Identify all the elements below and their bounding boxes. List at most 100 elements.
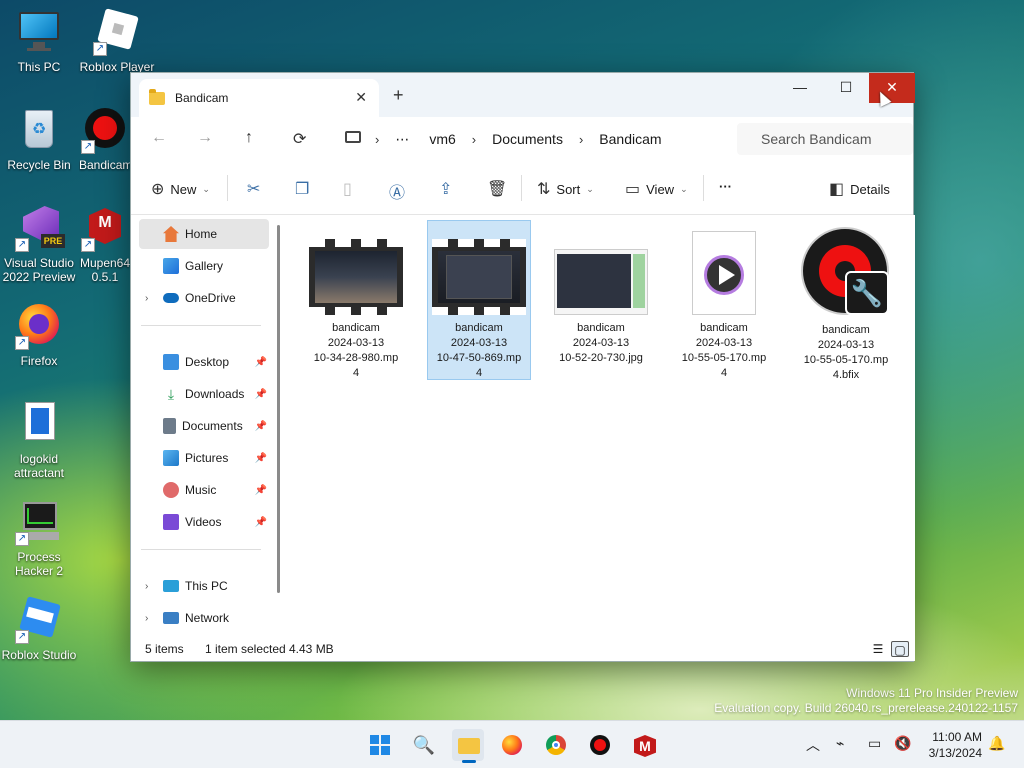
file-item[interactable]: 🔧 bandicam 2024-03-13 10-55-05-170.mp 4.… bbox=[794, 221, 898, 381]
chevron-right-icon: › bbox=[471, 131, 477, 147]
toolbar-divider bbox=[521, 175, 522, 201]
desktop-icon-roblox-studio[interactable]: ↗ Roblox Studio bbox=[1, 596, 77, 662]
view-button[interactable]: ▭ View ⌄ bbox=[625, 179, 688, 199]
desktop-icon-roblox-player[interactable]: ↗ Roblox Player bbox=[79, 8, 155, 74]
sidebar-scrollbar[interactable] bbox=[277, 225, 280, 593]
copy-button[interactable]: ❐ bbox=[295, 179, 309, 199]
file-item[interactable]: bandicam 2024-03-13 10-52-20-730.jpg bbox=[549, 221, 653, 381]
sidebar-item-desktop[interactable]: Desktop 📌 bbox=[139, 347, 269, 377]
pin-icon[interactable]: 📌 bbox=[255, 421, 267, 432]
network-offline-icon[interactable]: ⌁ bbox=[836, 735, 844, 752]
chevron-down-icon: ⌄ bbox=[202, 183, 210, 194]
file-name-line: 4 bbox=[720, 367, 728, 379]
search-button[interactable]: 🔍 bbox=[408, 729, 440, 761]
details-pane-icon: ◧ bbox=[829, 181, 845, 198]
breadcrumb-vm6[interactable]: vm6 bbox=[429, 131, 455, 147]
details-button[interactable]: ◧ Details bbox=[829, 179, 890, 199]
shortcut-arrow-icon: ↗ bbox=[15, 336, 29, 350]
desktop-icon-label: Bandicam bbox=[79, 158, 131, 172]
desktop-icon-process-hacker[interactable]: ↗ Process Hacker 2 bbox=[1, 498, 77, 578]
sidebar-item-label: Home bbox=[185, 227, 218, 241]
file-item-selected[interactable]: bandicam 2024-03-13 10-47-50-869.mp 4 bbox=[427, 220, 531, 380]
forward-button[interactable]: → bbox=[197, 129, 213, 147]
pin-icon[interactable]: 📌 bbox=[255, 517, 267, 528]
desktop-icon-firefox[interactable]: ↗ Firefox bbox=[1, 302, 77, 368]
sidebar-item-label: Music bbox=[185, 483, 217, 497]
taskbar-chrome[interactable] bbox=[540, 729, 572, 761]
desktop-icon-this-pc[interactable]: This PC bbox=[1, 8, 77, 74]
details-view-toggle[interactable]: ☰ bbox=[869, 641, 887, 657]
new-tab-button[interactable]: + bbox=[393, 85, 404, 106]
visual-studio-icon: PRE ↗ bbox=[15, 204, 65, 252]
clock[interactable]: 11:00 AM 3/13/2024 bbox=[920, 729, 982, 761]
file-item[interactable]: bandicam 2024-03-13 10-34-28-980.mp 4 bbox=[304, 221, 408, 381]
item-count: 5 items bbox=[145, 642, 184, 656]
file-explorer-window: Bandicam ✕ + — ☐ ✕ ← → ↑ ⟳ › ⋯ vm6 › Doc… bbox=[130, 72, 915, 662]
shortcut-arrow-icon: ↗ bbox=[81, 140, 95, 154]
rename-button[interactable]: Ⓐ bbox=[389, 179, 405, 203]
sidebar-item-documents[interactable]: Documents 📌 bbox=[139, 411, 269, 441]
this-pc-icon[interactable] bbox=[345, 131, 361, 143]
sidebar-item-videos[interactable]: Videos 📌 bbox=[139, 507, 269, 537]
pin-icon[interactable]: 📌 bbox=[255, 389, 267, 400]
desktop-icon-recycle-bin[interactable]: ♻ Recycle Bin bbox=[1, 106, 77, 172]
taskbar-mupen64[interactable]: M bbox=[628, 729, 660, 761]
new-button[interactable]: ⊕ New ⌄ bbox=[151, 179, 210, 199]
chevron-up-icon[interactable]: ︿ bbox=[806, 735, 820, 755]
sidebar-item-music[interactable]: Music 📌 bbox=[139, 475, 269, 505]
pin-icon[interactable]: 📌 bbox=[255, 453, 267, 464]
close-tab-button[interactable]: ✕ bbox=[355, 89, 367, 106]
desktop-icon-visual-studio[interactable]: PRE ↗ Visual Studio 2022 Preview bbox=[1, 204, 77, 284]
sidebar-item-home[interactable]: Home bbox=[139, 219, 269, 249]
title-bar: Bandicam ✕ + — ☐ ✕ bbox=[131, 73, 915, 117]
chevron-right-icon[interactable]: › bbox=[145, 613, 148, 624]
notification-bell-icon[interactable]: 🔔 bbox=[988, 735, 1005, 752]
media-file-icon bbox=[692, 231, 756, 315]
refresh-button[interactable]: ⟳ bbox=[293, 129, 306, 149]
chevron-right-icon[interactable]: › bbox=[145, 293, 148, 304]
up-button[interactable]: ↑ bbox=[245, 129, 253, 147]
sidebar-item-this-pc[interactable]: › This PC bbox=[139, 571, 269, 601]
more-options-button[interactable]: ··· bbox=[719, 179, 732, 194]
sidebar-item-gallery[interactable]: Gallery bbox=[139, 251, 269, 281]
cut-button[interactable]: ✂ bbox=[247, 179, 260, 199]
display-icon[interactable]: ▭ bbox=[868, 735, 881, 752]
start-button[interactable] bbox=[364, 729, 396, 761]
home-icon bbox=[163, 226, 179, 242]
taskbar-bandicam[interactable] bbox=[584, 729, 616, 761]
sidebar-item-label: Pictures bbox=[185, 451, 229, 465]
tab-bandicam[interactable]: Bandicam ✕ bbox=[139, 79, 379, 117]
monitor-icon bbox=[15, 8, 63, 56]
share-button[interactable]: ⇪ bbox=[439, 179, 452, 199]
pin-icon[interactable]: 📌 bbox=[255, 357, 267, 368]
desktop-icon-bandicam[interactable]: ↗ Bandicam bbox=[79, 106, 131, 172]
breadcrumb: › ⋯ vm6 › Documents › Bandicam bbox=[375, 117, 662, 161]
chevron-right-icon[interactable]: › bbox=[145, 581, 148, 592]
sidebar-item-pictures[interactable]: Pictures 📌 bbox=[139, 443, 269, 473]
large-icons-view-toggle[interactable]: ▢ bbox=[891, 641, 909, 657]
minimize-button[interactable]: — bbox=[777, 73, 823, 103]
delete-button[interactable]: 🗑 bbox=[487, 179, 507, 199]
taskbar-firefox[interactable] bbox=[496, 729, 528, 761]
selection-size: 4.43 MB bbox=[289, 642, 334, 656]
sidebar-item-label: Documents bbox=[182, 419, 243, 433]
breadcrumb-documents[interactable]: Documents bbox=[492, 131, 563, 147]
volume-muted-icon[interactable]: 🔇 bbox=[894, 735, 911, 752]
desktop-icon-mupen64[interactable]: M ↗ Mupen64 0.5.1 bbox=[79, 204, 131, 284]
maximize-button[interactable]: ☐ bbox=[823, 73, 869, 103]
breadcrumb-overflow[interactable]: ⋯ bbox=[395, 131, 409, 148]
file-item[interactable]: bandicam 2024-03-13 10-55-05-170.mp 4 bbox=[672, 221, 776, 381]
sidebar-item-onedrive[interactable]: › OneDrive bbox=[139, 283, 269, 313]
plus-circle-icon: ⊕ bbox=[151, 181, 165, 198]
sidebar-item-downloads[interactable]: ⤓ Downloads 📌 bbox=[139, 379, 269, 409]
breadcrumb-bandicam[interactable]: Bandicam bbox=[599, 131, 661, 147]
paste-button[interactable]: ▯ bbox=[343, 179, 352, 199]
sidebar-divider bbox=[141, 549, 261, 550]
desktop-icon-logokid[interactable]: logokid attractant bbox=[1, 400, 77, 480]
pin-icon[interactable]: 📌 bbox=[255, 485, 267, 496]
taskbar-file-explorer[interactable] bbox=[452, 729, 484, 763]
back-button[interactable]: ← bbox=[151, 129, 167, 147]
sidebar-item-network[interactable]: › Network bbox=[139, 603, 269, 633]
search-input[interactable]: Search Bandicam bbox=[737, 123, 913, 155]
sort-button[interactable]: ⇅ Sort ⌄ bbox=[537, 179, 594, 199]
